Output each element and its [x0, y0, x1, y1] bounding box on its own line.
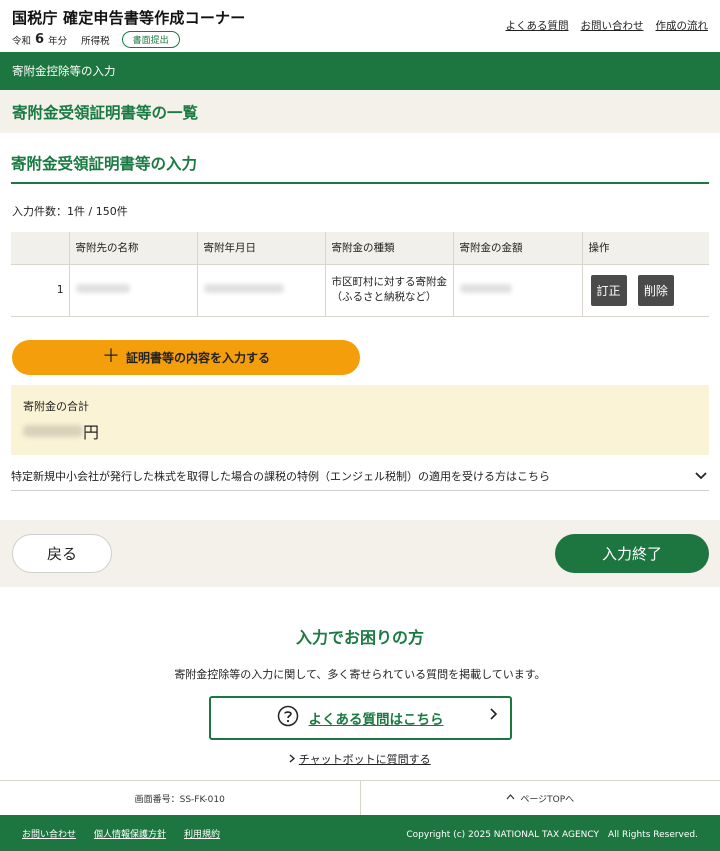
footer-contact-link[interactable]: お問い合わせ — [22, 827, 76, 840]
entry-count: 入力件数：1件 / 150件 — [12, 205, 128, 218]
faq-link[interactable]: よくある質問 — [506, 18, 569, 33]
angel-tax-label: 特定新規中小会社が発行した株式を取得した場合の課税の特例（エンジェル税制）の適用… — [11, 469, 550, 483]
redacted-recipient — [75, 284, 130, 293]
amount-cell — [452, 264, 582, 317]
footer-links: お問い合わせ 個人情報保護方針 利用規約 — [22, 827, 220, 840]
col-header-amount: 寄附金の金額 — [452, 232, 582, 265]
total-panel: 寄附金の合計 円 — [11, 384, 709, 455]
redacted-total — [23, 424, 83, 437]
redacted-date — [203, 284, 284, 293]
angel-tax-accordion[interactable]: 特定新規中小会社が発行した株式を取得した場合の課税の特例（エンジェル税制）の適用… — [11, 468, 709, 491]
row-number: 1 — [11, 264, 69, 317]
col-header-kind: 寄附金の種類 — [324, 232, 453, 265]
year-suffix: 年分 — [48, 35, 68, 47]
total-value: 円 — [23, 419, 697, 443]
page-title-band: 寄附金受領証明書等の一覧 — [0, 90, 720, 133]
chevron-up-icon — [506, 793, 515, 803]
screen-id: 画面番号：SS-FK-010 — [0, 781, 360, 815]
page-title: 寄附金受領証明書等の一覧 — [12, 103, 199, 122]
col-header-actions: 操作 — [581, 232, 709, 265]
breadcrumb: 寄附金控除等の入力 — [0, 52, 720, 90]
chevron-right-small-icon — [289, 753, 299, 766]
navigation-band: 戻る 入力終了 — [0, 519, 720, 587]
faq-button-label: よくある質問はこちら — [308, 711, 444, 728]
delete-button[interactable]: 削除 — [637, 274, 674, 306]
table-row: 1 市区町村に対する寄附金 （ふるさと納税など） 訂正 削除 — [11, 264, 709, 317]
chatbot-link-label: チャットボットに質問する — [298, 752, 431, 766]
page-top-link[interactable]: ページTOPへ — [359, 781, 720, 815]
back-button[interactable]: 戻る — [12, 533, 112, 573]
footer-utility: 画面番号：SS-FK-010 ページTOPへ — [0, 780, 720, 815]
era-label: 令和 — [12, 35, 32, 47]
copyright: Copyright (c) 2025 NATIONAL TAX AGENCY A… — [406, 829, 698, 840]
footer-terms-link[interactable]: 利用規約 — [184, 827, 220, 840]
edit-button[interactable]: 訂正 — [590, 274, 627, 306]
submission-badge: 書面提出 — [121, 31, 180, 48]
chatbot-link[interactable]: チャットボットに質問する — [0, 751, 720, 767]
screen-id-label: 画面番号：SS-FK-010 — [134, 794, 225, 805]
plus-icon: ＋ — [101, 346, 120, 367]
redacted-amount — [459, 284, 512, 293]
site-footer: お問い合わせ 個人情報保護方針 利用規約 Copyright (c) 2025 … — [0, 815, 720, 851]
donation-table: 寄附先の名称 寄附年月日 寄附金の種類 寄附金の金額 操作 1 市区町村に対する… — [11, 232, 709, 317]
total-unit: 円 — [83, 422, 100, 442]
year-value: 6 — [35, 32, 45, 47]
col-header-no — [11, 232, 69, 265]
breadcrumb-label: 寄附金控除等の入力 — [12, 64, 116, 78]
col-header-recipient: 寄附先の名称 — [68, 232, 197, 265]
col-header-date: 寄附年月日 — [196, 232, 325, 265]
tax-type: 所得税 — [81, 35, 110, 47]
footer-privacy-link[interactable]: 個人情報保護方針 — [94, 827, 166, 840]
header-links: よくある質問 お問い合わせ 作成の流れ — [506, 18, 709, 33]
kind-cell: 市区町村に対する寄附金 （ふるさと納税など） — [324, 264, 453, 317]
add-certificate-label: 証明書等の内容を入力する — [125, 350, 270, 365]
faq-button[interactable]: よくある質問はこちら — [208, 695, 512, 740]
actions-cell: 訂正 削除 — [581, 264, 709, 317]
kind-line-1: 市区町村に対する寄附金 — [331, 276, 448, 288]
page-top-label: ページTOPへ — [520, 794, 575, 805]
recipient-cell — [68, 264, 197, 317]
kind-line-2: （ふるさと納税など） — [331, 291, 437, 303]
site-title[interactable]: 国税庁 確定申告書等作成コーナー — [12, 7, 245, 28]
contact-link[interactable]: お問い合わせ — [581, 18, 644, 33]
help-title: 入力でお困りの方 — [295, 627, 424, 647]
flow-link[interactable]: 作成の流れ — [656, 18, 709, 33]
date-cell — [196, 264, 325, 317]
site-header: 国税庁 確定申告書等作成コーナー 令和 6 年分 所得税 書面提出 よくある質問… — [0, 0, 720, 52]
question-circle-icon — [277, 705, 299, 731]
chevron-down-icon — [695, 469, 707, 483]
finish-input-button[interactable]: 入力終了 — [555, 533, 709, 573]
chevron-right-icon — [489, 707, 498, 724]
tax-year-info: 令和 6 年分 所得税 書面提出 — [12, 31, 180, 48]
add-certificate-button[interactable]: ＋ 証明書等の内容を入力する — [12, 339, 360, 375]
section-title: 寄附金受領証明書等の入力 — [11, 152, 709, 184]
total-label: 寄附金の合計 — [23, 399, 89, 413]
table-header-row: 寄附先の名称 寄附年月日 寄附金の種類 寄附金の金額 操作 — [11, 232, 709, 265]
help-text: 寄附金控除等の入力に関して、多く寄せられている質問を掲載しています。 — [174, 667, 546, 681]
